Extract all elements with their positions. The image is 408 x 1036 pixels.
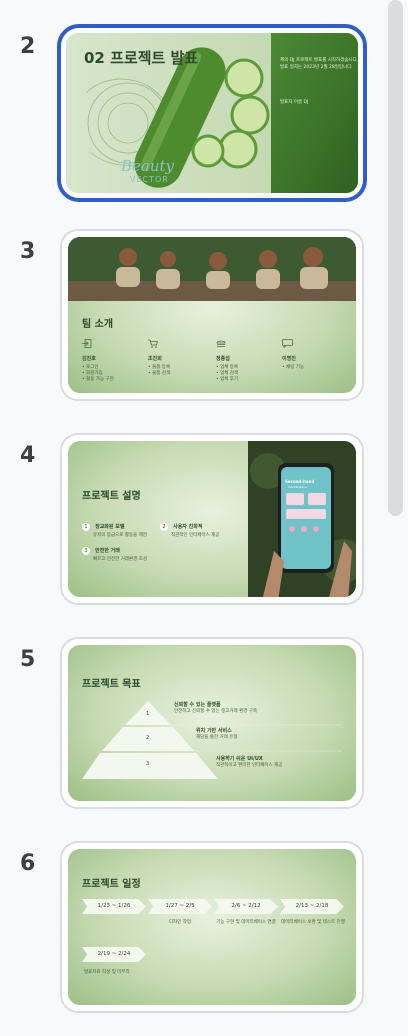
schedule-step: 2/19 ~ 2/24 [82, 947, 146, 962]
schedule-step: 2/6 ~ 2/12 [214, 899, 278, 914]
goal-number: 3 [146, 761, 150, 767]
goal-1: 신뢰할 수 있는 플랫폼 안전하고 신뢰할 수 있는 중고거래 환경 구축 [174, 702, 258, 714]
slide-number: 6 [20, 851, 36, 876]
sms-icon [282, 339, 293, 349]
slide-title: 팀 소개 [82, 319, 114, 330]
slide-number: 4 [20, 443, 36, 468]
burger-icon [216, 340, 226, 347]
slide-title: 프로젝트 목표 [82, 679, 141, 690]
slide-canvas: 프로젝트 목표 1 2 3 신뢰할 수 있는 플랫폼 안전하고 신뢰할 수 있는… [68, 645, 356, 801]
point-sub: 빠르고 안전한 거래환경 조성 [93, 557, 147, 562]
point-head: 정교화된 모델 [95, 524, 125, 530]
slide-title: 프로젝트 설명 [82, 491, 141, 502]
point-3: 3 안전한 거래 빠르고 안전한 거래환경 조성 [82, 537, 147, 562]
schedule-desc: 발표자료 작성 및 마무리 [84, 970, 130, 975]
presenter-name: 발표자 이름 DJ [280, 100, 309, 105]
slide-number: 5 [20, 647, 36, 672]
slide-canvas: 프로젝트 일정 1/23 ~ 1/26 1/27 ~ 2/5 2/6 ~ 2/1… [68, 849, 356, 1005]
phone-photo [248, 441, 356, 597]
login-icon [82, 339, 92, 348]
slide-canvas: Second-hand marketplace 프로젝트 설명 1 정교화된 모… [68, 441, 356, 597]
slide-canvas: 02 프로젝트 발표 Beauty VECTOR 제의 DJ 프로젝트 발표를 … [66, 33, 358, 193]
phone-app-subtitle: marketplace [288, 485, 307, 489]
point-head: 안전한 거래 [95, 548, 120, 554]
point-sub: 직관적인 인터페이스 제공 [171, 533, 220, 538]
point-head: 사용자 친화적 [173, 524, 203, 530]
goal-3: 사용하기 쉬운 UI/UX 직관적이고 편리한 인터페이스 제공 [216, 756, 283, 768]
member-task: • 활동 가능 구현 [82, 377, 114, 382]
schedule-desc: 디자인 작업 [168, 920, 192, 925]
member-task: • 업체 후기 [216, 377, 239, 382]
slide-title: 02 프로젝트 발표 [84, 49, 199, 67]
member-col-4: 이명진 • 채팅 기능 [282, 333, 304, 370]
slide-thumbnail-6[interactable]: 프로젝트 일정 1/23 ~ 1/26 1/27 ~ 2/5 2/6 ~ 2/1… [60, 841, 364, 1013]
member-task: • 물품 검색 [148, 371, 171, 376]
member-name: 정종섭 [216, 356, 230, 362]
slide-thumbnail-5[interactable]: 프로젝트 목표 1 2 3 신뢰할 수 있는 플랫폼 안전하고 신뢰할 수 있는… [60, 637, 364, 809]
slide-thumbnail-3[interactable]: 팀 소개 김진호 • 로그인 • 회원가입 • 활동 가능 구현 조진희 • 물… [60, 229, 364, 401]
slide-number: 3 [20, 239, 36, 264]
brand-logo-text: Beauty [121, 157, 175, 175]
slide-thumbnail-2[interactable]: 02 프로젝트 발표 Beauty VECTOR 제의 DJ 프로젝트 발표를 … [57, 24, 367, 202]
slide-side-text: 제의 DJ 프로젝트 발표를 시작하겠습니다. 발표 일자는 2023년 2월 … [280, 58, 358, 70]
slide-thumbnail-panel: 2 02 프로젝트 발표 Beauty VECTOR 제의 DJ 프로젝트 발표… [0, 0, 386, 1036]
member-col-3: 정종섭 • 업체 등록 • 업체 검색 • 업체 후기 [216, 333, 238, 382]
member-task: • 채팅 기능 [282, 365, 305, 370]
brand-logo-subtext: VECTOR [130, 175, 169, 184]
schedule-step: 1/23 ~ 1/26 [82, 899, 146, 914]
team-photo [68, 237, 356, 301]
point-2: 2 사용자 친화적 직관적인 인터페이스 제공 [160, 513, 219, 538]
cart-icon [148, 339, 159, 348]
point-1: 1 정교화된 모델 유저의 등급으로 활동을 제한 [82, 513, 147, 538]
goal-2: 위치 기반 서비스 해당을 통한 거래 유형 [196, 728, 238, 740]
member-col-1: 김진호 • 로그인 • 회원가입 • 활동 가능 구현 [82, 333, 114, 382]
schedule-step: 2/13 ~ 2/18 [280, 899, 344, 914]
scrollbar-thumb[interactable] [388, 0, 403, 516]
phone-app-title: Second-hand [285, 479, 315, 484]
slide-number: 2 [20, 34, 36, 59]
slide-title: 프로젝트 일정 [82, 879, 141, 890]
goal-number: 2 [146, 735, 150, 741]
member-col-2: 조진희 • 물품 등록 • 물품 검색 [148, 333, 170, 376]
schedule-desc: 기능 구현 및 데이터베이스 연결 [216, 920, 276, 925]
goal-number: 1 [146, 711, 150, 717]
member-name: 이명진 [282, 356, 296, 362]
member-name: 김진호 [82, 356, 96, 362]
slide-canvas: 팀 소개 김진호 • 로그인 • 회원가입 • 활동 가능 구현 조진희 • 물… [68, 237, 356, 393]
schedule-step: 1/27 ~ 2/5 [148, 899, 212, 914]
member-name: 조진희 [148, 356, 162, 362]
schedule-desc: 데이터베이스 보완 및 테스트 진행 [281, 920, 345, 925]
slide-thumbnail-4[interactable]: Second-hand marketplace 프로젝트 설명 1 정교화된 모… [60, 433, 364, 605]
